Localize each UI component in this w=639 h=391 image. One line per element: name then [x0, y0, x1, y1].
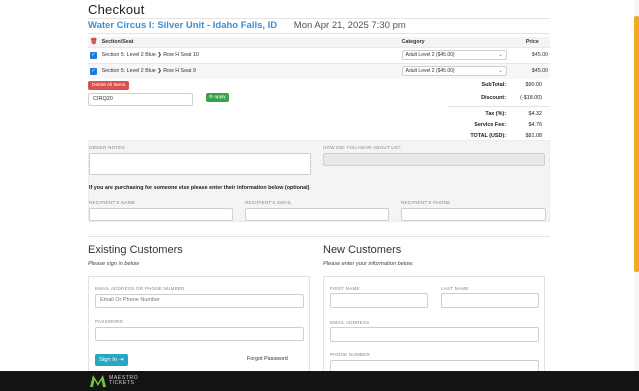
phone-number-label: PHONE NUMBER	[330, 352, 370, 357]
existing-customers-heading: Existing Customers	[88, 244, 183, 256]
cart-row: ✓ Section 5: Level 2 Blue ❯ Row H Seat 9…	[88, 62, 550, 79]
divider	[448, 106, 550, 107]
order-notes-panel: ORDER NOTES HOW DID YOU HEAR ABOUT US? I…	[88, 140, 550, 222]
sign-in-label: Sign In	[99, 357, 118, 363]
divider	[88, 236, 550, 237]
apply-label: apply	[214, 95, 226, 100]
subtotal-value: $90.00	[525, 82, 543, 88]
total-value: $81.08	[525, 133, 543, 139]
page-scrollbar[interactable]	[634, 0, 639, 391]
divider	[88, 18, 550, 19]
maestro-logo-icon	[90, 375, 106, 387]
delete-all-button[interactable]: Delete All Items	[88, 81, 130, 90]
event-header: Water Circus I: Silver Unit - Idaho Fall…	[88, 20, 406, 31]
last-name-input[interactable]	[441, 293, 539, 308]
email-address-label: EMAIL ADDRESS	[330, 320, 370, 325]
item-price: $45.00	[514, 46, 550, 63]
sign-in-button[interactable]: Sign In ⇥	[95, 354, 128, 366]
coupon-input[interactable]: CIRQ20	[88, 93, 193, 106]
discount-value: (-$18.00)	[520, 95, 542, 101]
chevron-down-icon: ⌄	[498, 68, 503, 75]
category-value: Adult Level 2 ($45.00)	[405, 52, 455, 58]
chevron-down-icon: ⌄	[498, 52, 503, 58]
cart-header-row: 🗑 Section/Seat Category Price	[88, 37, 550, 47]
existing-customers-form: EMAIL ADDRESS OR PHONE NUMBER Email Or P…	[88, 276, 310, 376]
email-or-phone-label: EMAIL ADDRESS OR PHONE NUMBER	[95, 286, 185, 291]
scrollbar-thumb[interactable]	[634, 16, 639, 272]
discount-label: Discount:	[481, 95, 506, 101]
tax-label: Tax (%):	[485, 111, 506, 117]
category-select[interactable]: Adult Level 2 ($45.00) ⌄	[401, 50, 507, 60]
col-section: Section/Seat	[99, 37, 400, 47]
recipient-email-label: RECIPIENT'S EMAIL	[245, 200, 292, 205]
recipient-name-label: RECIPIENT'S NAME	[89, 200, 136, 205]
new-customers-sub: Please enter your information below.	[323, 261, 414, 267]
col-price: Price	[514, 37, 550, 47]
last-name-label: LAST NAME	[441, 286, 469, 291]
summary-fee: Service Fee: $4.76	[448, 122, 542, 128]
item-checkbox[interactable]: ✓	[90, 67, 97, 75]
event-date: Mon Apr 21, 2025 7:30 pm	[293, 20, 406, 31]
recipient-email-input[interactable]	[245, 208, 389, 221]
event-name[interactable]: Water Circus I: Silver Unit - Idaho Fall…	[88, 20, 277, 31]
fee-label: Service Fee:	[474, 122, 506, 128]
page-title: Checkout	[88, 2, 145, 17]
new-customers-heading: New Customers	[323, 244, 402, 256]
footer-bar: MAESTRO TICKETS	[0, 371, 639, 391]
order-notes-label: ORDER NOTES	[89, 145, 125, 150]
password-label: PASSWORD	[95, 319, 124, 324]
existing-customers-sub: Please sign in below	[88, 261, 139, 267]
cart-table: 🗑 Section/Seat Category Price ✓ Section …	[88, 37, 550, 79]
apply-coupon-button[interactable]: ⟳ apply	[206, 93, 229, 102]
brand-line-2: TICKETS	[109, 380, 135, 386]
item-checkbox[interactable]: ✓	[90, 51, 97, 59]
recipient-phone-input[interactable]	[401, 208, 546, 221]
new-customers-form: FIRST NAME LAST NAME EMAIL ADDRESS PHONE…	[323, 276, 545, 376]
trash-icon[interactable]: 🗑	[90, 39, 98, 45]
col-category: Category	[399, 37, 515, 47]
item-price: $45.00	[514, 62, 550, 79]
order-notes-textarea[interactable]	[89, 153, 311, 175]
purchasing-note: If you are purchasing for someone else p…	[89, 185, 310, 191]
email-or-phone-input[interactable]: Email Or Phone Number	[95, 294, 304, 308]
brand-logo[interactable]: MAESTRO TICKETS	[89, 371, 138, 391]
recipient-name-input[interactable]	[89, 208, 233, 221]
summary-tax: Tax (%): $4.32	[448, 111, 542, 117]
first-name-input[interactable]	[330, 293, 428, 308]
category-value: Adult Level 2 ($45.00)	[405, 68, 455, 75]
summary-total: TOTAL (USD): $81.08	[448, 133, 542, 139]
category-select[interactable]: Adult Level 2 ($45.00) ⌄	[401, 66, 507, 77]
forgot-password-link[interactable]: Forgot Password	[247, 356, 288, 362]
cart-row: ✓ Section 5: Level 2 Blue ❯ Row H Seat 1…	[88, 46, 550, 63]
subtotal-label: SubTotal:	[481, 82, 506, 88]
summary-discount: Discount: (-$18.00)	[448, 95, 542, 101]
recipient-phone-label: RECIPIENT'S PHONE	[401, 200, 451, 205]
hear-about-field[interactable]	[323, 153, 545, 166]
email-address-input[interactable]	[330, 327, 539, 342]
hear-about-label: HOW DID YOU HEAR ABOUT US?	[323, 145, 401, 150]
total-label: TOTAL (USD):	[470, 133, 506, 139]
divider	[88, 33, 550, 34]
tax-value: $4.32	[528, 111, 543, 117]
item-seat: Section 5: Level 2 Blue ❯ Row H Seat 10	[99, 46, 400, 63]
sign-in-icon: ⇥	[118, 357, 124, 363]
summary-subtotal: SubTotal: $90.00	[448, 82, 542, 88]
password-input[interactable]	[95, 327, 304, 341]
fee-value: $4.76	[528, 122, 543, 128]
brand-text: MAESTRO TICKETS	[109, 375, 138, 387]
item-seat: Section 5: Level 2 Blue ❯ Row H Seat 9	[99, 62, 400, 79]
first-name-label: FIRST NAME	[330, 286, 360, 291]
